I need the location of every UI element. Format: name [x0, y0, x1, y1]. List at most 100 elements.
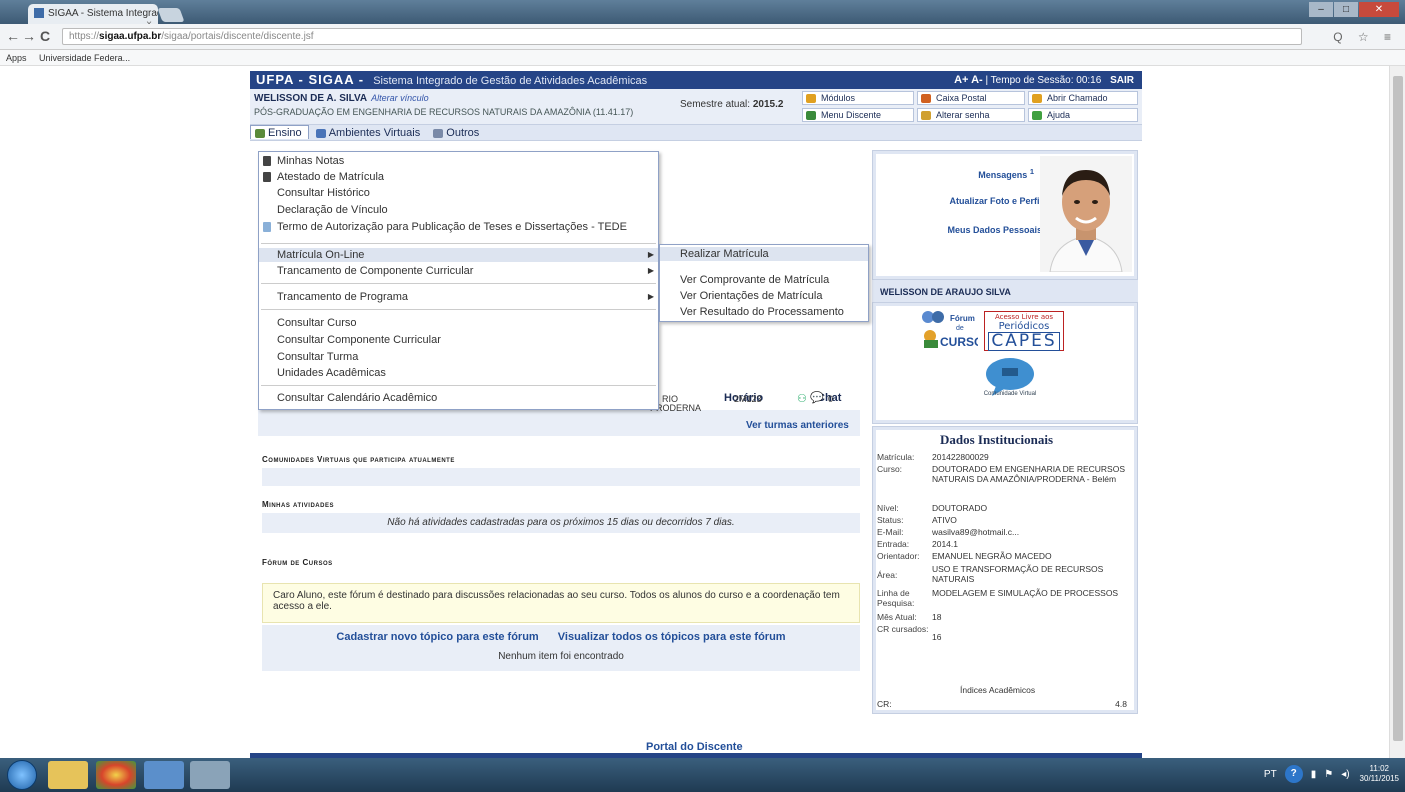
menu-ensino[interactable]: Ensino — [250, 125, 309, 139]
forum-curso-logo[interactable]: Fórum de CURSO — [920, 309, 983, 349]
menu-outros[interactable]: Outros — [429, 126, 485, 139]
start-button[interactable] — [7, 760, 37, 790]
address-bar[interactable]: https://sigaa.ufpa.br/sigaa/portais/disc… — [62, 28, 1302, 45]
flag-icon[interactable]: ⚑ — [1324, 769, 1333, 780]
menu-separator — [261, 309, 656, 310]
favicon-icon — [34, 8, 44, 19]
network-icon[interactable]: ▮ — [1311, 769, 1317, 780]
cr-row: CR: 4.8 — [877, 699, 1131, 709]
new-tab-button[interactable] — [157, 8, 185, 22]
avatar[interactable] — [1040, 156, 1132, 272]
menu-item-label: Consultar Histórico — [277, 187, 370, 199]
bookmark-apps[interactable]: Apps — [6, 53, 27, 63]
page-scrollbar[interactable] — [1389, 66, 1405, 758]
reload-button[interactable]: C — [40, 28, 50, 44]
forum-links: Cadastrar novo tópico para este fórum Vi… — [262, 625, 860, 671]
close-window-button[interactable]: ✕ — [1359, 2, 1399, 17]
cadastrar-topico-link[interactable]: Cadastrar novo tópico para este fórum — [336, 631, 538, 643]
menu-item-calendario[interactable]: Consultar Calendário Acadêmico — [259, 391, 658, 405]
system-clock[interactable]: 11:02 30/11/2015 — [1360, 764, 1399, 784]
bookmark-universidade[interactable]: Universidade Federa... — [39, 53, 130, 63]
windows-taskbar: PT ? ▮ ⚑ ◂) 11:02 30/11/2015 — [0, 758, 1405, 792]
capes-periodicos-logo[interactable]: Acesso Livre aos Periódicos CAPES — [984, 311, 1064, 351]
mensagens-link[interactable]: Mensagens 1 — [930, 167, 1034, 180]
menu-item-tede[interactable]: Termo de Autorização para Publicação de … — [259, 220, 658, 234]
mailbox-icon — [921, 94, 931, 103]
submenu-arrow-icon: ▶ — [647, 266, 654, 275]
menu-discente-button[interactable]: Menu Discente — [802, 108, 914, 122]
dados-value: ATIVO — [932, 515, 957, 525]
menu-item-atestado[interactable]: Atestado de Matrícula — [259, 170, 658, 184]
menu-item-unidades-academicas[interactable]: Unidades Acadêmicas — [259, 366, 658, 380]
minimize-button[interactable]: – — [1309, 2, 1333, 17]
student-full-name: WELISSON DE ARAUJO SILVA — [872, 280, 1138, 302]
menu-item-minhas-notas[interactable]: Minhas Notas — [259, 154, 658, 168]
submenu-ver-resultado[interactable]: Ver Resultado do Processamento — [660, 305, 868, 319]
dados-value: wasilva89@hotmail.c... — [932, 527, 1020, 537]
dados-key: Orientador: — [877, 551, 920, 561]
explorer-taskbar-icon[interactable] — [48, 761, 88, 789]
browser-tool-icons[interactable]: Q ☆ ≡ — [1333, 30, 1397, 44]
menu-item-declaracao[interactable]: Declaração de Vínculo — [259, 203, 658, 217]
visualizar-topicos-link[interactable]: Visualizar todos os tópicos para este fó… — [558, 631, 786, 643]
volume-icon[interactable]: ◂) — [1341, 769, 1349, 780]
chrome-taskbar-icon[interactable] — [96, 761, 136, 789]
program-name: PÓS-GRADUAÇÃO EM ENGENHARIA DE RECURSOS … — [254, 107, 634, 117]
menu-item-consultar-componente[interactable]: Consultar Componente Curricular — [259, 333, 658, 347]
turma-horario: 2M123 — [734, 394, 762, 404]
mensagens-count: 1 — [1029, 167, 1034, 176]
portal-discente-link[interactable]: Portal do Discente — [646, 741, 743, 753]
menu-item-consultar-turma[interactable]: Consultar Turma — [259, 350, 658, 364]
change-vinculo-link[interactable]: Alterar vínculo — [371, 93, 429, 103]
ajuda-button[interactable]: Ajuda — [1028, 108, 1138, 122]
alterar-senha-button[interactable]: Alterar senha — [917, 108, 1025, 122]
font-size-controls[interactable]: A+ A- — [954, 74, 983, 86]
app-taskbar-icon[interactable] — [144, 761, 184, 789]
chat-bubble-icon[interactable]: 💬 — [810, 391, 824, 404]
atualizar-foto-link[interactable]: Atualizar Foto e Perfil — [910, 196, 1042, 206]
menu-separator — [261, 283, 656, 284]
submenu-ver-comprovante[interactable]: Ver Comprovante de Matrícula — [660, 273, 868, 287]
menu-item-label: Termo de Autorização para Publicação de … — [277, 221, 627, 233]
maximize-button[interactable]: □ — [1334, 2, 1358, 17]
menu-ambientes-virtuais[interactable]: Ambientes Virtuais — [312, 126, 427, 139]
modulos-button[interactable]: Módulos — [802, 91, 914, 105]
document-icon — [263, 172, 271, 182]
caixa-postal-button[interactable]: Caixa Postal — [917, 91, 1025, 105]
scrollbar-thumb[interactable] — [1393, 76, 1403, 741]
menu-item-consultar-curso[interactable]: Consultar Curso — [259, 316, 658, 330]
browser-toolbar: ← → C https://sigaa.ufpa.br/sigaa/portai… — [0, 24, 1405, 50]
caixa-postal-label: Caixa Postal — [936, 93, 987, 103]
menu-item-label: Declaração de Vínculo — [277, 204, 388, 216]
back-button[interactable]: ← — [6, 28, 20, 44]
tray-language[interactable]: PT — [1264, 769, 1277, 780]
modulos-icon — [806, 94, 816, 103]
menu-item-historico[interactable]: Consultar Histórico — [259, 186, 658, 200]
forum-label-2: de — [956, 325, 964, 332]
menu-item-trancamento-programa[interactable]: Trancamento de Programa ▶ — [259, 290, 658, 304]
ver-turmas-anteriores-link[interactable]: Ver turmas anteriores — [746, 420, 849, 431]
alterar-senha-label: Alterar senha — [936, 110, 990, 120]
settings-taskbar-icon[interactable] — [190, 761, 230, 789]
meus-dados-link[interactable]: Meus Dados Pessoais — [910, 225, 1042, 235]
help-icon[interactable]: ? — [1284, 765, 1303, 783]
logout-link[interactable]: SAIR — [1110, 75, 1134, 86]
submenu-ver-orientacoes[interactable]: Ver Orientações de Matrícula — [660, 289, 868, 303]
url-protocol: https:// — [69, 31, 100, 42]
chat-group-icon[interactable]: ⚇ — [797, 392, 807, 405]
forum-title: Fórum de Cursos — [262, 558, 333, 567]
menu-item-label: Matrícula On-Line — [277, 249, 365, 261]
menu-item-matricula-online[interactable]: Matrícula On-Line ▶ — [259, 248, 658, 262]
menu-item-trancamento-componente[interactable]: Trancamento de Componente Curricular ▶ — [259, 264, 658, 278]
window-controls: – □ ✕ — [1308, 2, 1399, 17]
avatar-photo — [1040, 156, 1132, 272]
forward-button[interactable]: → — [22, 28, 36, 44]
indices-academicos: Índices Acadêmicos — [960, 685, 1036, 695]
atividades-title: Minhas atividades — [262, 500, 334, 509]
arrows-icon — [806, 111, 816, 120]
submenu-realizar-matricula[interactable]: Realizar Matrícula — [660, 247, 868, 261]
comunidade-virtual-logo[interactable]: Comunidade Virtual — [966, 356, 1054, 404]
browser-tab[interactable]: SIGAA - Sistema Integrad × — [28, 4, 158, 24]
abrir-chamado-button[interactable]: Abrir Chamado — [1028, 91, 1138, 105]
forum-label-1: Fórum — [950, 314, 975, 323]
